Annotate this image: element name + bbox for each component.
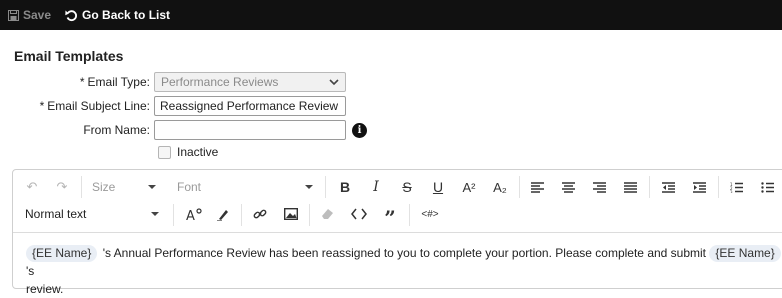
body-text: 's Annual Performance Review has been re… [102, 246, 707, 260]
indent-icon[interactable] [690, 178, 708, 196]
top-toolbar: Save Go Back to List [0, 0, 782, 30]
chevron-down-icon [329, 75, 339, 89]
email-type-value: Performance Reviews [161, 75, 279, 89]
code-icon[interactable] [350, 205, 368, 223]
inactive-row: Inactive [158, 145, 218, 159]
from-name-input[interactable] [154, 120, 346, 140]
subject-row: * Email Subject Line: [0, 96, 346, 116]
image-icon[interactable] [282, 205, 300, 223]
caret-down-icon [151, 212, 159, 216]
divider [718, 176, 719, 198]
email-type-label: * Email Type: [79, 75, 150, 89]
required-mark: * [39, 99, 45, 113]
size-select[interactable]: Size [92, 180, 156, 194]
inactive-checkbox[interactable] [158, 145, 171, 159]
caret-down-icon [305, 185, 313, 189]
divider [649, 176, 650, 198]
blockquote-icon[interactable]: ” [381, 205, 399, 228]
ordered-list-icon[interactable]: 123 [727, 178, 745, 196]
merge-field-tag[interactable]: {EE Name} [709, 245, 781, 262]
email-type-select[interactable]: Performance Reviews [154, 72, 346, 92]
body-text: 's [26, 264, 35, 278]
highlight-pen-icon[interactable] [214, 205, 232, 223]
align-right-icon[interactable] [590, 178, 608, 196]
go-back-button[interactable]: Go Back to List [65, 8, 170, 22]
clear-format-eraser-icon[interactable] [319, 205, 337, 223]
inactive-label: Inactive [177, 145, 219, 159]
editor-toolbar: ↶ ↷ Size Font B I S U A² A₂ 1 2 3 Normal… [13, 170, 782, 233]
underline-icon[interactable]: U [429, 178, 447, 196]
subject-input[interactable] [154, 96, 346, 116]
undo-icon[interactable]: ↶ [23, 178, 41, 196]
go-back-label: Go Back to List [82, 8, 171, 22]
divider [81, 176, 82, 198]
subject-label: * Email Subject Line: [39, 99, 150, 113]
paragraph-style-select[interactable]: Normal text [25, 207, 159, 221]
caret-down-icon [148, 185, 156, 189]
svg-text:A: A [186, 209, 195, 221]
align-center-icon[interactable] [559, 178, 577, 196]
divider [241, 204, 242, 226]
subscript-icon[interactable]: A₂ [491, 178, 509, 196]
editor-content[interactable]: {EE Name} 's Annual Performance Review h… [26, 244, 782, 298]
required-mark: * [79, 75, 85, 89]
divider [409, 204, 410, 226]
font-label: Font [177, 180, 202, 194]
divider [173, 204, 174, 226]
divider [309, 204, 310, 226]
text-color-icon[interactable]: A [185, 205, 203, 223]
font-select[interactable]: Font [177, 180, 313, 194]
email-type-row: * Email Type: Performance Reviews [0, 72, 346, 92]
redo-icon[interactable]: ↷ [53, 178, 71, 196]
svg-text:3: 3 [730, 190, 733, 193]
undo-arrow-icon [65, 9, 78, 22]
size-label: Size [92, 180, 116, 194]
page-title: Email Templates [14, 48, 124, 64]
bold-icon[interactable]: B [336, 178, 354, 196]
outdent-icon[interactable] [659, 178, 677, 196]
link-icon[interactable] [251, 205, 269, 223]
save-icon [8, 9, 19, 21]
rich-text-editor: ↶ ↷ Size Font B I S U A² A₂ 1 2 3 Normal… [12, 169, 782, 296]
divider [325, 176, 326, 198]
from-name-label: From Name: [83, 123, 150, 137]
italic-icon[interactable]: I [367, 178, 385, 196]
bullet-list-icon[interactable] [758, 178, 776, 196]
strikethrough-icon[interactable]: S [398, 178, 416, 196]
code-block-icon[interactable]: <#> [418, 205, 442, 223]
divider [519, 176, 520, 198]
align-left-icon[interactable] [528, 178, 546, 196]
save-label: Save [23, 8, 52, 22]
from-name-row: From Name: i [0, 120, 367, 140]
merge-field-tag[interactable]: {EE Name} [26, 245, 98, 262]
paragraph-style-label: Normal text [25, 207, 87, 221]
superscript-icon[interactable]: A² [460, 178, 478, 196]
info-icon[interactable]: i [352, 122, 367, 138]
save-button[interactable]: Save [8, 8, 51, 22]
align-justify-icon[interactable] [621, 178, 639, 196]
body-text: review. [26, 282, 64, 296]
